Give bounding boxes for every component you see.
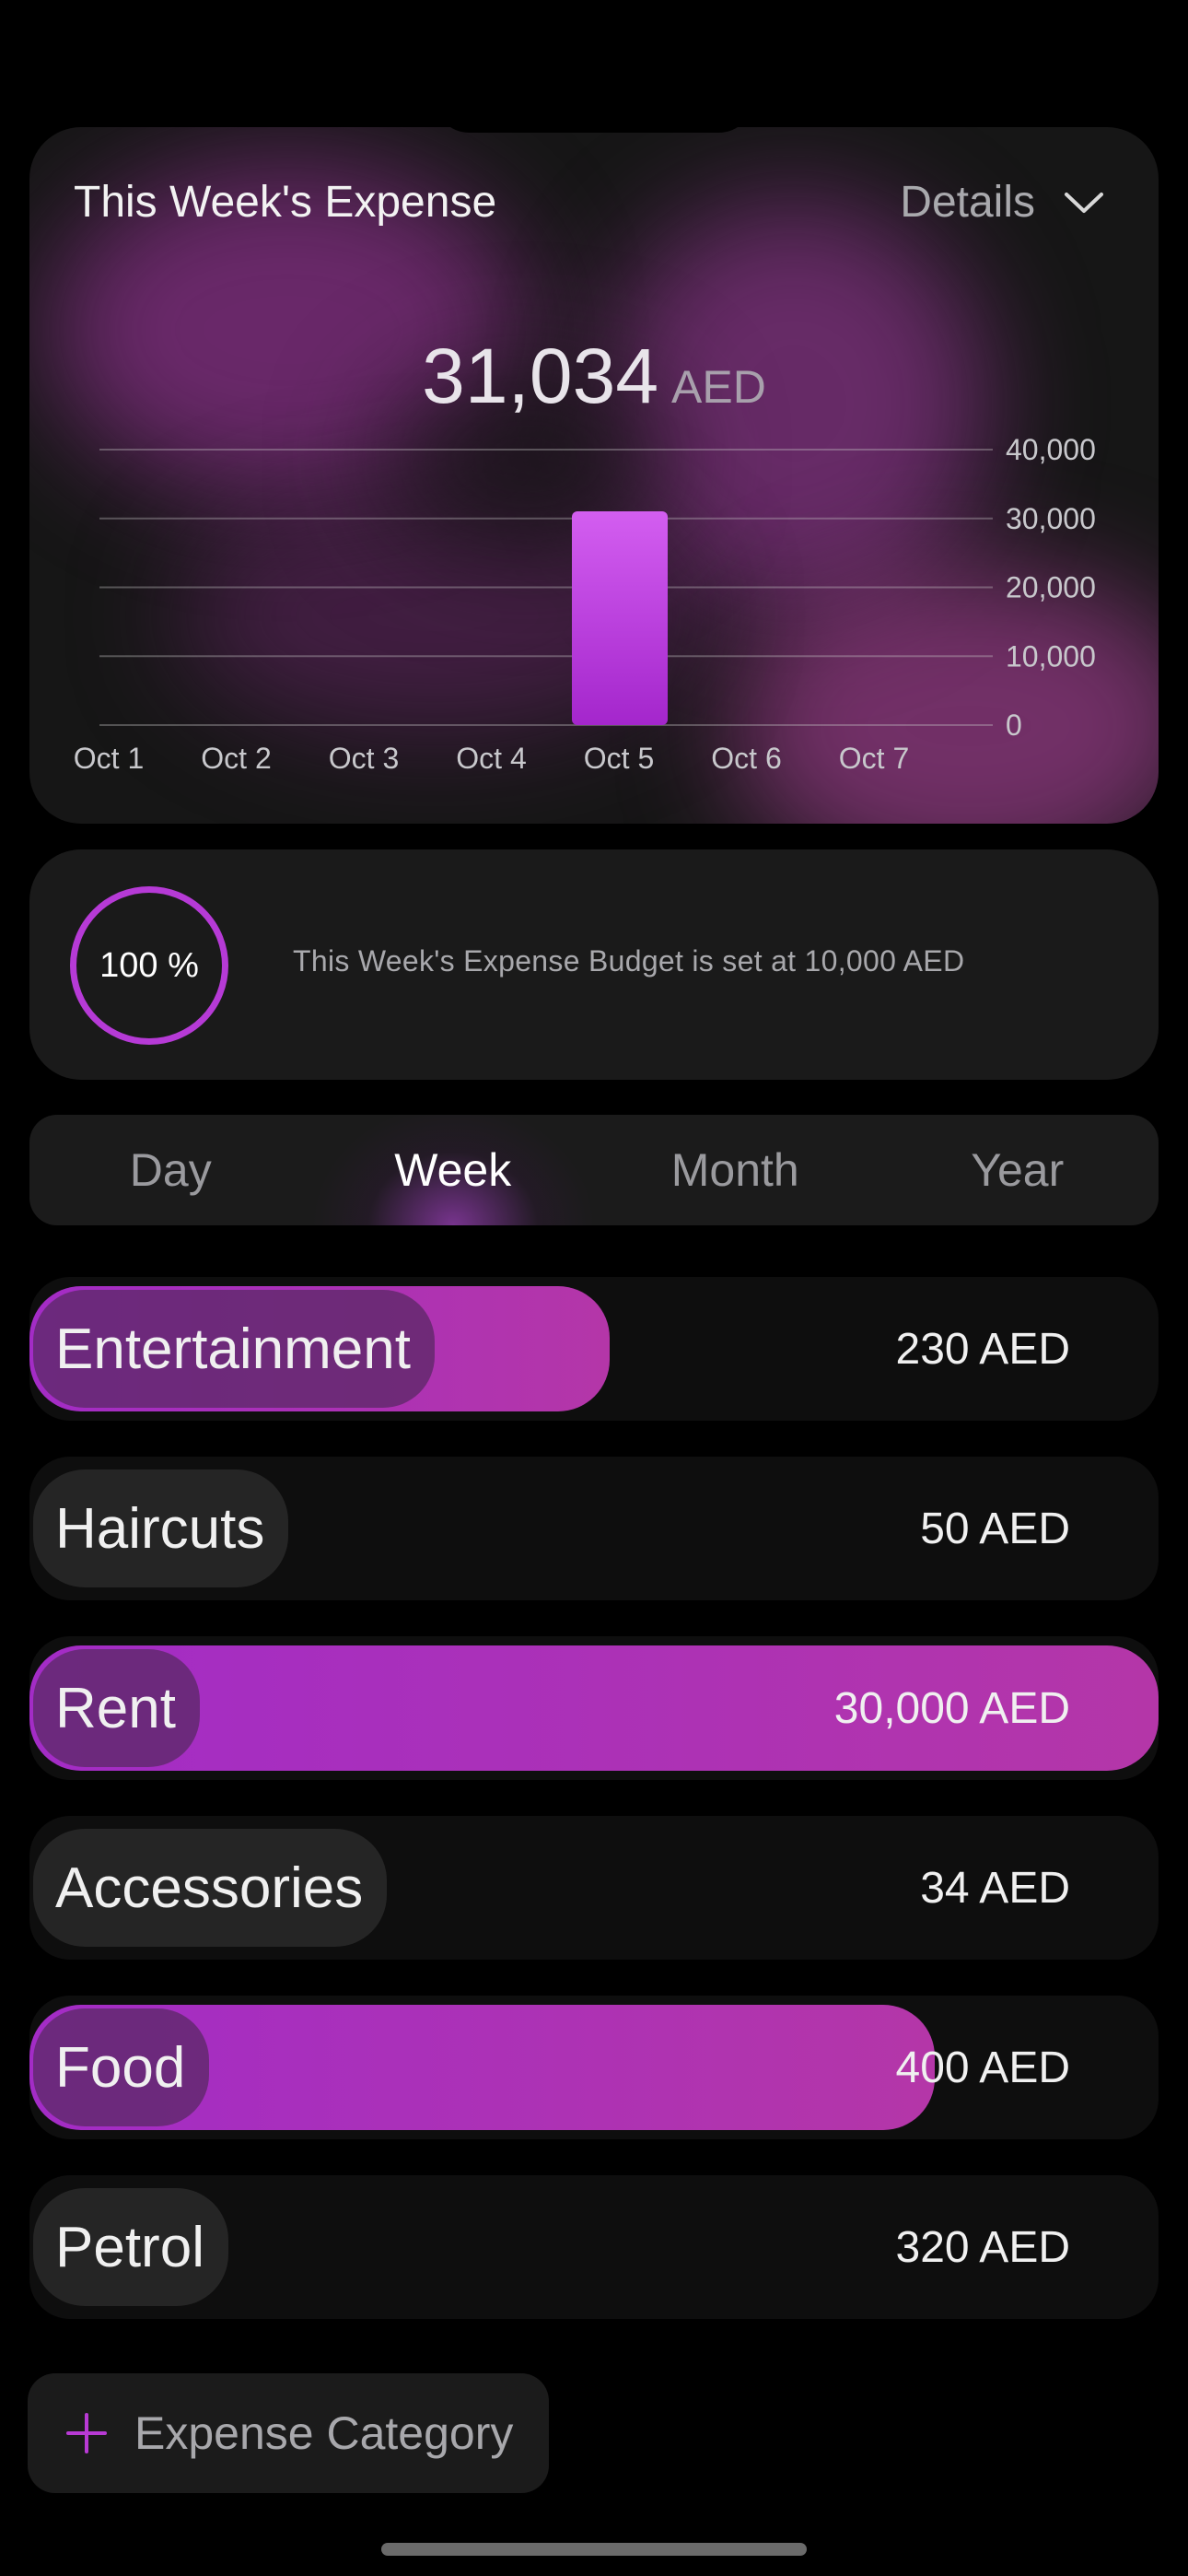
weekly-expense-card: This Week's Expense Details 31,034 AED 01… — [29, 127, 1159, 824]
category-row-food[interactable]: Food 400 AED — [29, 1996, 1159, 2139]
y-tick-label: 0 — [1006, 708, 1022, 742]
category-amount: 400 AED — [895, 2043, 1070, 2092]
category-amount: 50 AED — [920, 1504, 1070, 1553]
category-pill[interactable]: Rent — [33, 1649, 200, 1767]
category-amount: 320 AED — [895, 2222, 1070, 2272]
y-tick-label: 30,000 — [1006, 502, 1096, 535]
x-tick-label: Oct 5 — [584, 742, 654, 775]
period-tab-week[interactable]: Week — [311, 1115, 594, 1225]
add-expense-category-button[interactable]: Expense Category — [28, 2373, 549, 2493]
home-indicator[interactable] — [381, 2543, 807, 2556]
category-name: Petrol — [55, 2215, 204, 2279]
category-name: Rent — [55, 1676, 176, 1740]
category-pill[interactable]: Entertainment — [33, 1290, 435, 1408]
device-notch — [433, 92, 755, 133]
y-tick-label: 40,000 — [1006, 433, 1096, 466]
plus-icon — [66, 2413, 107, 2453]
category-name: Entertainment — [55, 1317, 411, 1381]
period-tab-month[interactable]: Month — [594, 1115, 877, 1225]
x-tick-label: Oct 4 — [456, 742, 526, 775]
category-amount: 230 AED — [895, 1324, 1070, 1374]
expense-bar-chart: 0 10,000 20,000 30,000 40,000 Oct 1 Oct 2 Oct 3… — [74, 433, 1096, 775]
budget-card: 100 % This Week's Expense Budget is set … — [29, 849, 1159, 1080]
category-name: Accessories — [55, 1856, 364, 1920]
x-tick-label: Oct 1 — [74, 742, 144, 775]
category-row-haircuts[interactable]: Haircuts 50 AED — [29, 1457, 1159, 1600]
category-row-rent[interactable]: Rent 30,000 AED — [29, 1636, 1159, 1780]
y-tick-label: 10,000 — [1006, 639, 1096, 673]
category-pill[interactable]: Accessories — [33, 1829, 388, 1947]
category-pill[interactable]: Food — [33, 2008, 210, 2126]
x-tick-label: Oct 2 — [201, 742, 271, 775]
add-button-label: Expense Category — [134, 2407, 514, 2459]
category-row-petrol[interactable]: Petrol 320 AED — [29, 2175, 1159, 2319]
budget-progress-ring: 100 % — [70, 886, 228, 1045]
x-tick-label: Oct 6 — [711, 742, 781, 775]
x-tick-label: Oct 7 — [839, 742, 909, 775]
budget-description: This Week's Expense Budget is set at 10,… — [293, 944, 965, 978]
category-row-accessories[interactable]: Accessories 34 AED — [29, 1816, 1159, 1960]
y-tick-label: 20,000 — [1006, 571, 1096, 604]
period-tab-year[interactable]: Year — [877, 1115, 1159, 1225]
category-pill[interactable]: Haircuts — [33, 1469, 289, 1587]
period-tab-day[interactable]: Day — [29, 1115, 312, 1225]
category-name: Haircuts — [55, 1496, 265, 1561]
period-selector: Day Week Month Year — [29, 1115, 1159, 1225]
x-tick-label: Oct 3 — [329, 742, 399, 775]
category-row-entertainment[interactable]: Entertainment 230 AED — [29, 1277, 1159, 1421]
category-amount: 30,000 AED — [833, 1683, 1070, 1733]
bar-oct-5[interactable] — [572, 511, 668, 725]
category-name: Food — [55, 2035, 186, 2100]
budget-percent: 100 % — [99, 945, 199, 985]
category-pill[interactable]: Petrol — [33, 2188, 228, 2306]
category-amount: 34 AED — [920, 1863, 1070, 1913]
